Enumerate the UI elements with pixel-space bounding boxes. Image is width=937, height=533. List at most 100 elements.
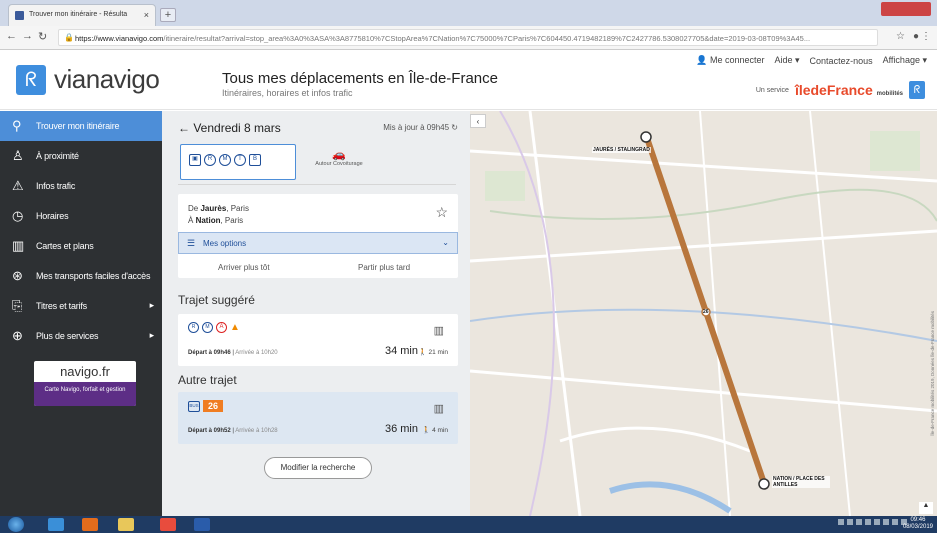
menu-dots-icon[interactable]: ⋮ — [921, 31, 931, 42]
os-taskbar: 09:46 08/03/2019 — [0, 516, 937, 533]
scroll-up-icon[interactable]: ▲ — [919, 502, 933, 514]
suggested-trip-card[interactable]: R M A ▲ ▥ Départ à 09h46 | Arrivée à 10h… — [178, 314, 458, 366]
login-link[interactable]: 👤 Me connecter — [696, 55, 764, 66]
browser-tab[interactable]: Trouver mon itinéraire - Résulta × — [8, 4, 156, 26]
bus-icon: BUS — [188, 400, 200, 412]
destination-field[interactable]: À Nation, Paris — [188, 216, 243, 225]
trip-times: Départ à 09h52 | Arrivée à 10h28 — [188, 428, 278, 434]
chrome-icon[interactable] — [160, 518, 176, 531]
trip-duration: 36 min — [384, 423, 418, 435]
sidebar-item-schedules[interactable]: ◷ Horaires — [0, 201, 162, 231]
bookmark-star-icon[interactable]: ☆ — [896, 31, 905, 42]
sidebar: ⚲ Trouver mon itinéraire ♙ À proximité ⚠… — [0, 111, 162, 516]
origin-field[interactable]: De Jaurès, Paris — [188, 204, 249, 213]
address-bar: ← → ↻ 🔒 https://www.vianavigo.com/itiner… — [0, 26, 937, 50]
ie-icon[interactable] — [48, 518, 64, 531]
sidebar-item-traffic[interactable]: ⚠ Infos trafic — [0, 171, 162, 201]
metro-icon: M — [219, 154, 231, 166]
profile-icon[interactable]: ● — [913, 31, 919, 42]
window-controls[interactable] — [881, 2, 931, 16]
sidebar-item-accessibility[interactable]: ⊛ Mes transports faciles d'accès — [0, 261, 162, 291]
car-icon: 🚗 — [332, 149, 346, 161]
forward-icon[interactable]: → — [22, 30, 33, 42]
favorite-star-icon[interactable]: ☆ — [435, 204, 448, 221]
map-view-icon[interactable]: ▥ — [434, 402, 444, 415]
date-selector[interactable]: ← Vendredi 8 mars — [178, 121, 281, 135]
warning-icon: ⚠ — [12, 178, 24, 193]
help-link[interactable]: Aide ▾ — [775, 55, 800, 66]
sidebar-item-services[interactable]: ⊕ Plus de services ▸ — [0, 321, 162, 351]
chevron-right-icon: ▸ — [149, 330, 155, 340]
rer-icon: R — [204, 154, 216, 166]
chevron-down-icon: ⌄ — [442, 238, 449, 247]
train-icon: ▣ — [189, 154, 201, 166]
collapse-panel-button[interactable]: ‹ — [470, 114, 486, 128]
ticket-icon: ⎘ — [12, 298, 23, 313]
map-view-icon[interactable]: ▥ — [434, 324, 444, 337]
other-title: Autre trajet — [178, 373, 237, 387]
clock[interactable]: 09:46 08/03/2019 — [903, 517, 933, 531]
sidebar-item-nearby[interactable]: ♙ À proximité — [0, 141, 162, 171]
start-pin-icon[interactable] — [640, 131, 652, 143]
modify-search-button[interactable]: Modifier la recherche — [264, 457, 372, 479]
promo-title: navigo.fr — [60, 364, 110, 379]
end-pin-icon[interactable] — [758, 478, 770, 490]
lock-icon: 🔒 — [64, 33, 74, 42]
rer-icon: R — [188, 322, 199, 333]
display-link[interactable]: Affichage ▾ — [883, 55, 927, 66]
walk-time: 🚶 4 min — [422, 427, 448, 434]
sidebar-item-maps[interactable]: ▥ Cartes et plans — [0, 231, 162, 261]
bus-line-badge: 26 — [203, 400, 224, 412]
tab-title: Trouver mon itinéraire - Résulta — [29, 11, 128, 18]
clock-icon: ◷ — [12, 208, 24, 223]
route-map[interactable]: JAURÈS / STALINGRAD NATION / PLACE DES A… — [470, 111, 937, 516]
warning-icon: ▲ — [230, 322, 240, 333]
new-tab-button[interactable]: + — [160, 8, 176, 22]
explorer-icon[interactable] — [118, 518, 134, 531]
logo-text[interactable]: vianavigo — [54, 64, 160, 95]
navigo-promo[interactable]: navigo.fr Carte Navigo, forfait et gesti… — [34, 361, 136, 406]
start-button-icon[interactable] — [8, 517, 24, 532]
person-icon: ♙ — [12, 148, 24, 163]
tram-icon: T — [234, 154, 246, 166]
firefox-icon[interactable] — [82, 518, 98, 531]
reload-icon[interactable]: ↻ — [38, 30, 47, 43]
tab-public-transport[interactable]: ▣ R M T B — [180, 144, 296, 180]
start-label: JAURÈS / STALINGRAD — [592, 147, 651, 153]
tab-carpool[interactable]: 🚗 Autour Covoiturage — [304, 148, 374, 178]
top-links: 👤 Me connecter Aide ▾ Contactez-nous Aff… — [696, 55, 927, 66]
options-dropdown[interactable]: ☰ Mes options ⌄ — [178, 232, 458, 254]
sliders-icon: ☰ — [187, 238, 196, 248]
trip-times: Départ à 09h46 | Arrivée à 10h20 — [188, 350, 278, 356]
updated-time[interactable]: Mis à jour à 09h45 ↻ — [383, 123, 458, 132]
map-credit: Île-de-France mobilités 2019, Données Îl… — [930, 311, 935, 436]
plus-circle-icon: ⊕ — [12, 328, 23, 343]
url-input[interactable]: 🔒 https://www.vianavigo.com/itineraire/r… — [58, 29, 878, 46]
idfm-logo[interactable]: îledeFrance mobilités — [795, 82, 903, 98]
sidebar-item-tickets[interactable]: ⎘ Titres et tarifs ▸ — [0, 291, 162, 321]
arrive-earlier-button[interactable]: Arriver plus tôt — [218, 263, 270, 272]
contact-link[interactable]: Contactez-nous — [810, 56, 873, 66]
results-panel: ← Vendredi 8 mars Mis à jour à 09h45 ↻ ▣… — [162, 111, 470, 516]
mode-tabs: ▣ R M T B 🚗 Autour Covoiturage — [174, 144, 456, 184]
disruption-icon: A — [216, 322, 227, 333]
close-tab-icon[interactable]: × — [144, 10, 149, 20]
other-trip-card[interactable]: BUS 26 ▥ Départ à 09h52 | Arrivée à 10h2… — [178, 392, 458, 444]
service-label: Un service — [755, 86, 789, 94]
map-icon: ▥ — [12, 238, 25, 253]
location-pin-icon: ⚲ — [12, 118, 22, 133]
search-summary: De Jaurès, Paris À Nation, Paris ☆ ☰ Mes… — [178, 194, 458, 278]
promo-text: Carte Navigo, forfait et gestion — [34, 382, 136, 406]
back-icon[interactable]: ← — [6, 30, 17, 42]
site-header: ᖇ vianavigo Tous mes déplacements en Île… — [0, 51, 937, 110]
word-icon[interactable] — [194, 518, 210, 531]
page-subtitle: Itinéraires, horaires et infos trafic — [222, 88, 353, 98]
url-domain: https://www.vianavigo.com — [75, 34, 164, 43]
sidebar-item-itinerary[interactable]: ⚲ Trouver mon itinéraire — [0, 111, 162, 141]
vianavigo-logo-icon[interactable]: ᖇ — [16, 65, 46, 95]
system-tray[interactable] — [838, 519, 907, 525]
suggested-title: Trajet suggéré — [178, 293, 255, 307]
trip-duration: 34 min — [384, 345, 418, 357]
leave-later-button[interactable]: Partir plus tard — [358, 263, 410, 272]
walk-time: 🚶 21 min — [418, 349, 448, 356]
